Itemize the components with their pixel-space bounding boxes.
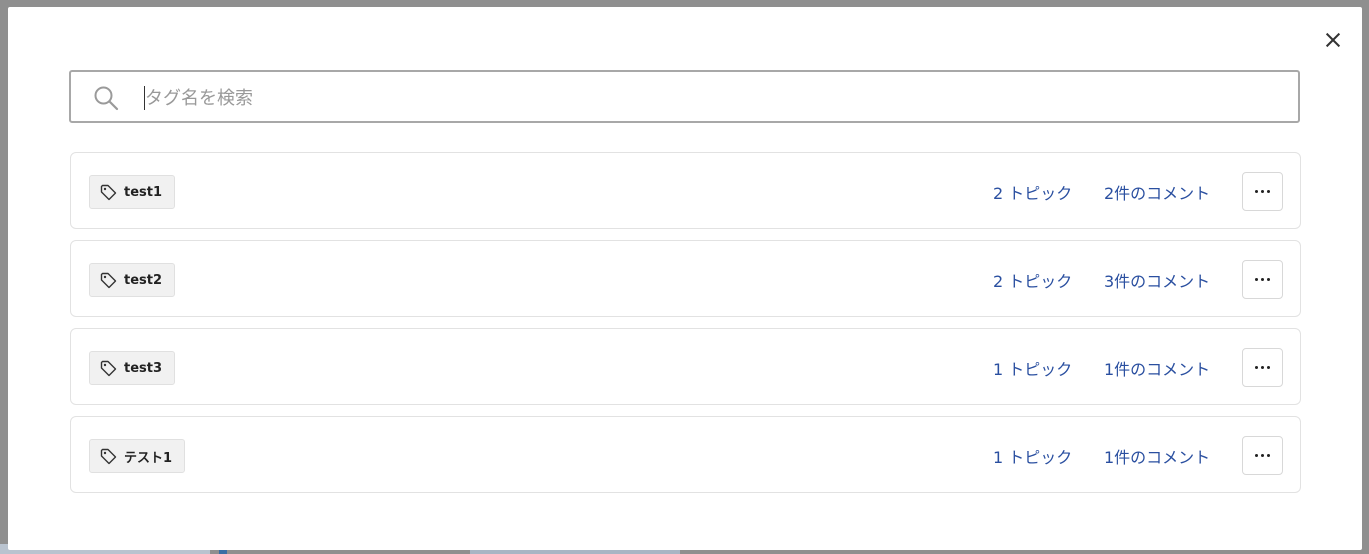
topic-count-link[interactable]: 1 トピック	[993, 444, 1072, 468]
tag-row: test1 2 トピック 2件のコメント	[70, 152, 1301, 229]
tag-search-input[interactable]	[143, 82, 1267, 114]
comment-count-link[interactable]: 3件のコメント	[1104, 268, 1210, 292]
more-horizontal-icon	[1255, 454, 1270, 457]
topic-count-link[interactable]: 2 トピック	[993, 180, 1072, 204]
search-icon	[94, 86, 119, 111]
tag-search-box[interactable]	[69, 70, 1300, 123]
tag-chip[interactable]: test3	[89, 351, 176, 385]
more-options-button[interactable]	[1242, 172, 1283, 211]
comment-count-link[interactable]: 1件のコメント	[1104, 444, 1210, 468]
tag-name: test3	[124, 360, 163, 376]
tag-icon	[100, 360, 117, 377]
more-options-button[interactable]	[1242, 436, 1283, 475]
more-options-button[interactable]	[1242, 260, 1283, 299]
tag-icon	[100, 184, 117, 201]
close-icon[interactable]	[1322, 29, 1344, 51]
text-caret	[144, 86, 145, 110]
tag-row: テスト1 1 トピック 1件のコメント	[70, 416, 1301, 493]
tag-row: test2 2 トピック 3件のコメント	[70, 240, 1301, 317]
tag-name: test1	[124, 184, 163, 200]
tag-chip[interactable]: test1	[89, 175, 176, 209]
more-horizontal-icon	[1255, 190, 1270, 193]
more-horizontal-icon	[1255, 366, 1270, 369]
more-horizontal-icon	[1255, 278, 1270, 281]
tag-icon	[100, 272, 117, 289]
topic-count-link[interactable]: 2 トピック	[993, 268, 1072, 292]
tag-chip[interactable]: テスト1	[89, 439, 186, 473]
tag-chip[interactable]: test2	[89, 263, 176, 297]
tag-icon	[100, 448, 117, 465]
comment-count-link[interactable]: 1件のコメント	[1104, 356, 1210, 380]
more-options-button[interactable]	[1242, 348, 1283, 387]
topic-count-link[interactable]: 1 トピック	[993, 356, 1072, 380]
tag-row: test3 1 トピック 1件のコメント	[70, 328, 1301, 405]
tag-name: テスト1	[124, 450, 173, 466]
tag-name: test2	[124, 272, 163, 288]
tag-management-modal: test1 2 トピック 2件のコメント test2 2 トピック 3件のコメン…	[8, 7, 1362, 550]
comment-count-link[interactable]: 2件のコメント	[1104, 180, 1210, 204]
